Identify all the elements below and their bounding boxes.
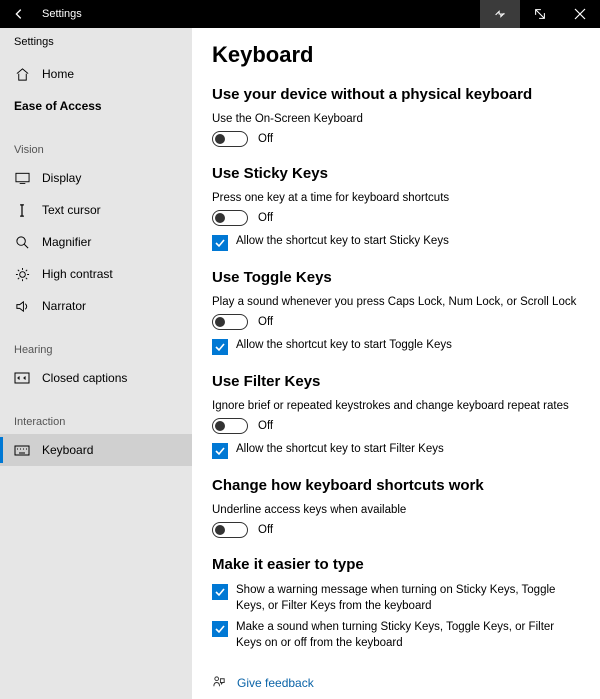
sticky-toggle[interactable]: Off bbox=[212, 210, 580, 226]
nav-label: Display bbox=[42, 171, 81, 185]
shortcuts-desc: Underline access keys when available bbox=[212, 504, 580, 516]
feedback-link[interactable]: Give feedback bbox=[212, 675, 580, 690]
section-heading-sticky: Use Sticky Keys bbox=[212, 165, 580, 182]
nav-closed-captions[interactable]: Closed captions bbox=[0, 362, 192, 394]
check-label: Allow the shortcut key to start Toggle K… bbox=[236, 338, 452, 354]
checkbox-checked-icon bbox=[212, 339, 228, 355]
check-label: Make a sound when turning Sticky Keys, T… bbox=[236, 620, 576, 651]
feedback-icon bbox=[212, 675, 227, 690]
nav-label: Narrator bbox=[42, 299, 86, 313]
easier-warning-check[interactable]: Show a warning message when turning on S… bbox=[212, 583, 580, 614]
feedback-label: Give feedback bbox=[237, 676, 314, 690]
check-label: Show a warning message when turning on S… bbox=[236, 583, 576, 614]
section-heading-shortcuts: Change how keyboard shortcuts work bbox=[212, 477, 580, 494]
section-heading-filter: Use Filter Keys bbox=[212, 373, 580, 390]
sticky-toggle-state: Off bbox=[258, 212, 273, 224]
nav-home[interactable]: Home bbox=[0, 58, 192, 90]
narrator-icon bbox=[14, 299, 30, 314]
nav-magnifier[interactable]: Magnifier bbox=[0, 226, 192, 258]
nav-label: Ease of Access bbox=[14, 99, 102, 113]
filter-toggle[interactable]: Off bbox=[212, 418, 580, 434]
sticky-shortcut-check[interactable]: Allow the shortcut key to start Sticky K… bbox=[212, 234, 580, 251]
filter-shortcut-check[interactable]: Allow the shortcut key to start Filter K… bbox=[212, 442, 580, 459]
togglekeys-toggle-state: Off bbox=[258, 316, 273, 328]
checkbox-checked-icon bbox=[212, 584, 228, 600]
close-button[interactable] bbox=[560, 0, 600, 28]
osk-toggle[interactable]: Off bbox=[212, 131, 580, 147]
nav-label: Closed captions bbox=[42, 371, 127, 385]
nav-text-cursor[interactable]: Text cursor bbox=[0, 194, 192, 226]
shortcuts-toggle[interactable]: Off bbox=[212, 522, 580, 538]
filter-toggle-state: Off bbox=[258, 420, 273, 432]
checkbox-checked-icon bbox=[212, 443, 228, 459]
group-interaction: Interaction bbox=[0, 394, 192, 434]
display-icon bbox=[14, 172, 30, 184]
check-label: Allow the shortcut key to start Sticky K… bbox=[236, 234, 449, 250]
magnifier-icon bbox=[14, 235, 30, 250]
nav-display[interactable]: Display bbox=[0, 162, 192, 194]
titlebar: Settings bbox=[0, 0, 600, 28]
text-cursor-icon bbox=[14, 203, 30, 218]
nav-label: Text cursor bbox=[42, 203, 101, 217]
nav-label: High contrast bbox=[42, 267, 113, 281]
back-button[interactable] bbox=[0, 0, 38, 28]
group-vision: Vision bbox=[0, 122, 192, 162]
nav-label: Keyboard bbox=[42, 443, 93, 457]
check-label: Allow the shortcut key to start Filter K… bbox=[236, 442, 444, 458]
nav-ease-of-access[interactable]: Ease of Access bbox=[0, 90, 192, 122]
inactive-button[interactable] bbox=[480, 0, 520, 28]
shortcuts-toggle-state: Off bbox=[258, 524, 273, 536]
keyboard-icon bbox=[14, 445, 30, 456]
nav-keyboard[interactable]: Keyboard bbox=[0, 434, 192, 466]
nav-narrator[interactable]: Narrator bbox=[0, 290, 192, 322]
nav-label: Magnifier bbox=[42, 235, 91, 249]
togglekeys-toggle[interactable]: Off bbox=[212, 314, 580, 330]
high-contrast-icon bbox=[14, 267, 30, 282]
section-heading-osk: Use your device without a physical keybo… bbox=[212, 86, 580, 103]
nav-high-contrast[interactable]: High contrast bbox=[0, 258, 192, 290]
maximize-button[interactable] bbox=[520, 0, 560, 28]
osk-desc: Use the On-Screen Keyboard bbox=[212, 113, 580, 125]
section-heading-togglekeys: Use Toggle Keys bbox=[212, 269, 580, 286]
page-title: Keyboard bbox=[212, 42, 580, 68]
home-icon bbox=[14, 67, 30, 82]
window-title: Settings bbox=[38, 8, 480, 20]
togglekeys-desc: Play a sound whenever you press Caps Loc… bbox=[212, 296, 580, 308]
checkbox-checked-icon bbox=[212, 235, 228, 251]
app-label: Settings bbox=[0, 28, 192, 58]
filter-desc: Ignore brief or repeated keystrokes and … bbox=[212, 400, 580, 412]
nav-label: Home bbox=[42, 67, 74, 81]
sidebar: Settings Home Ease of Access Vision Disp… bbox=[0, 28, 192, 699]
sticky-desc: Press one key at a time for keyboard sho… bbox=[212, 192, 580, 204]
easier-sound-check[interactable]: Make a sound when turning Sticky Keys, T… bbox=[212, 620, 580, 651]
section-heading-easier: Make it easier to type bbox=[212, 556, 580, 573]
group-hearing: Hearing bbox=[0, 322, 192, 362]
togglekeys-shortcut-check[interactable]: Allow the shortcut key to start Toggle K… bbox=[212, 338, 580, 355]
checkbox-checked-icon bbox=[212, 621, 228, 637]
osk-toggle-state: Off bbox=[258, 133, 273, 145]
main-content: Keyboard Use your device without a physi… bbox=[192, 28, 600, 699]
closed-captions-icon bbox=[14, 372, 30, 384]
